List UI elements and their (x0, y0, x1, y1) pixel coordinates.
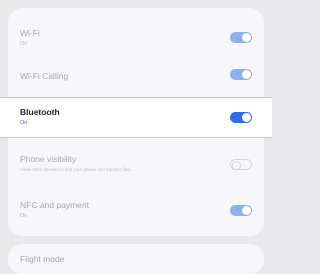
bluetooth-row[interactable]: Bluetooth On (0, 97, 272, 138)
connections-settings-screen: Wi-Fi On Wi-Fi Calling Phone visibility … (0, 0, 272, 274)
nfc-toggle[interactable] (230, 205, 252, 216)
nfc-label: NFC and payment (20, 200, 89, 210)
wifi-toggle[interactable] (230, 32, 252, 43)
phone-visibility-toggle[interactable] (230, 159, 252, 170)
bluetooth-toggle[interactable] (230, 112, 252, 123)
bluetooth-status: On (20, 120, 28, 126)
wifi-calling-row[interactable]: Wi-Fi Calling (8, 63, 264, 89)
nfc-status: On (20, 213, 28, 219)
phone-visibility-row[interactable]: Phone visibility Allow other devices to … (8, 148, 264, 180)
nfc-row[interactable]: NFC and payment On (8, 194, 264, 226)
phone-visibility-description: Allow other devices to find your phone a… (20, 167, 132, 172)
phone-visibility-label: Phone visibility (20, 154, 77, 164)
wifi-label: Wi-Fi (20, 28, 40, 38)
wifi-row[interactable]: Wi-Fi On (8, 22, 264, 52)
bluetooth-label: Bluetooth (20, 107, 60, 117)
flight-mode-label: Flight mode (20, 254, 65, 264)
wifi-status: On (20, 41, 28, 47)
wifi-calling-label: Wi-Fi Calling (20, 71, 69, 81)
flight-mode-row[interactable]: Flight mode (8, 244, 264, 274)
flight-mode-card: Flight mode (8, 244, 264, 274)
wifi-calling-toggle[interactable] (230, 69, 252, 80)
